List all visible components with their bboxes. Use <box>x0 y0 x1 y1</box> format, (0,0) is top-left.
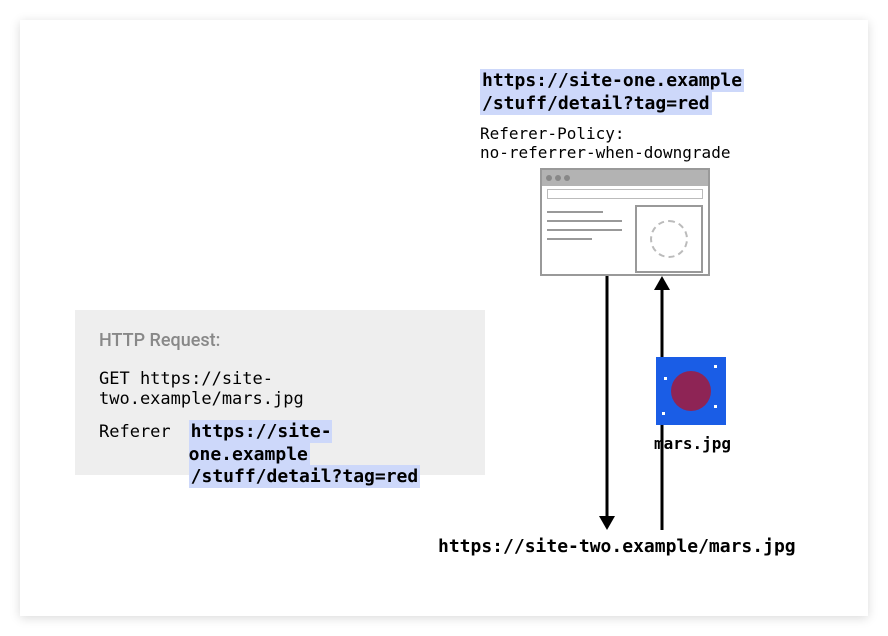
http-get-line: GET https://site-two.example/mars.jpg <box>99 369 465 409</box>
browser-window-icon <box>540 168 710 276</box>
http-request-label: HTTP Request: <box>99 330 465 351</box>
browser-titlebar <box>542 170 708 186</box>
referer-header-key: Referer <box>99 421 171 442</box>
mars-image-icon <box>656 357 726 425</box>
titlebar-dot <box>555 175 561 181</box>
referer-header-value: https://site-one.example /stuff/detail?t… <box>189 421 444 489</box>
titlebar-dot <box>564 175 570 181</box>
http-referer-line: Referer https://site-one.example /stuff/… <box>99 421 465 489</box>
url-text-line2: /stuff/detail?tag=red <box>480 92 712 115</box>
url-text-line1: https://site-one.example <box>480 69 744 92</box>
image-placeholder-icon <box>635 205 703 273</box>
diagram-canvas: https://site-one.example /stuff/detail?t… <box>20 20 868 616</box>
site-one-url: https://site-one.example /stuff/detail?t… <box>480 70 760 115</box>
browser-body <box>542 199 708 273</box>
mars-planet-icon <box>671 371 711 411</box>
dashed-circle-icon <box>650 220 688 258</box>
site-two-url: https://site-two.example/mars.jpg <box>438 536 796 557</box>
http-request-panel: HTTP Request: GET https://site-two.examp… <box>75 310 485 475</box>
page-text-lines <box>547 205 629 268</box>
browser-address-bar <box>547 189 703 199</box>
mars-image-caption: mars.jpg <box>654 434 731 453</box>
referer-policy-label: Referer-Policy: no-referrer-when-downgra… <box>480 124 730 162</box>
titlebar-dot <box>546 175 552 181</box>
